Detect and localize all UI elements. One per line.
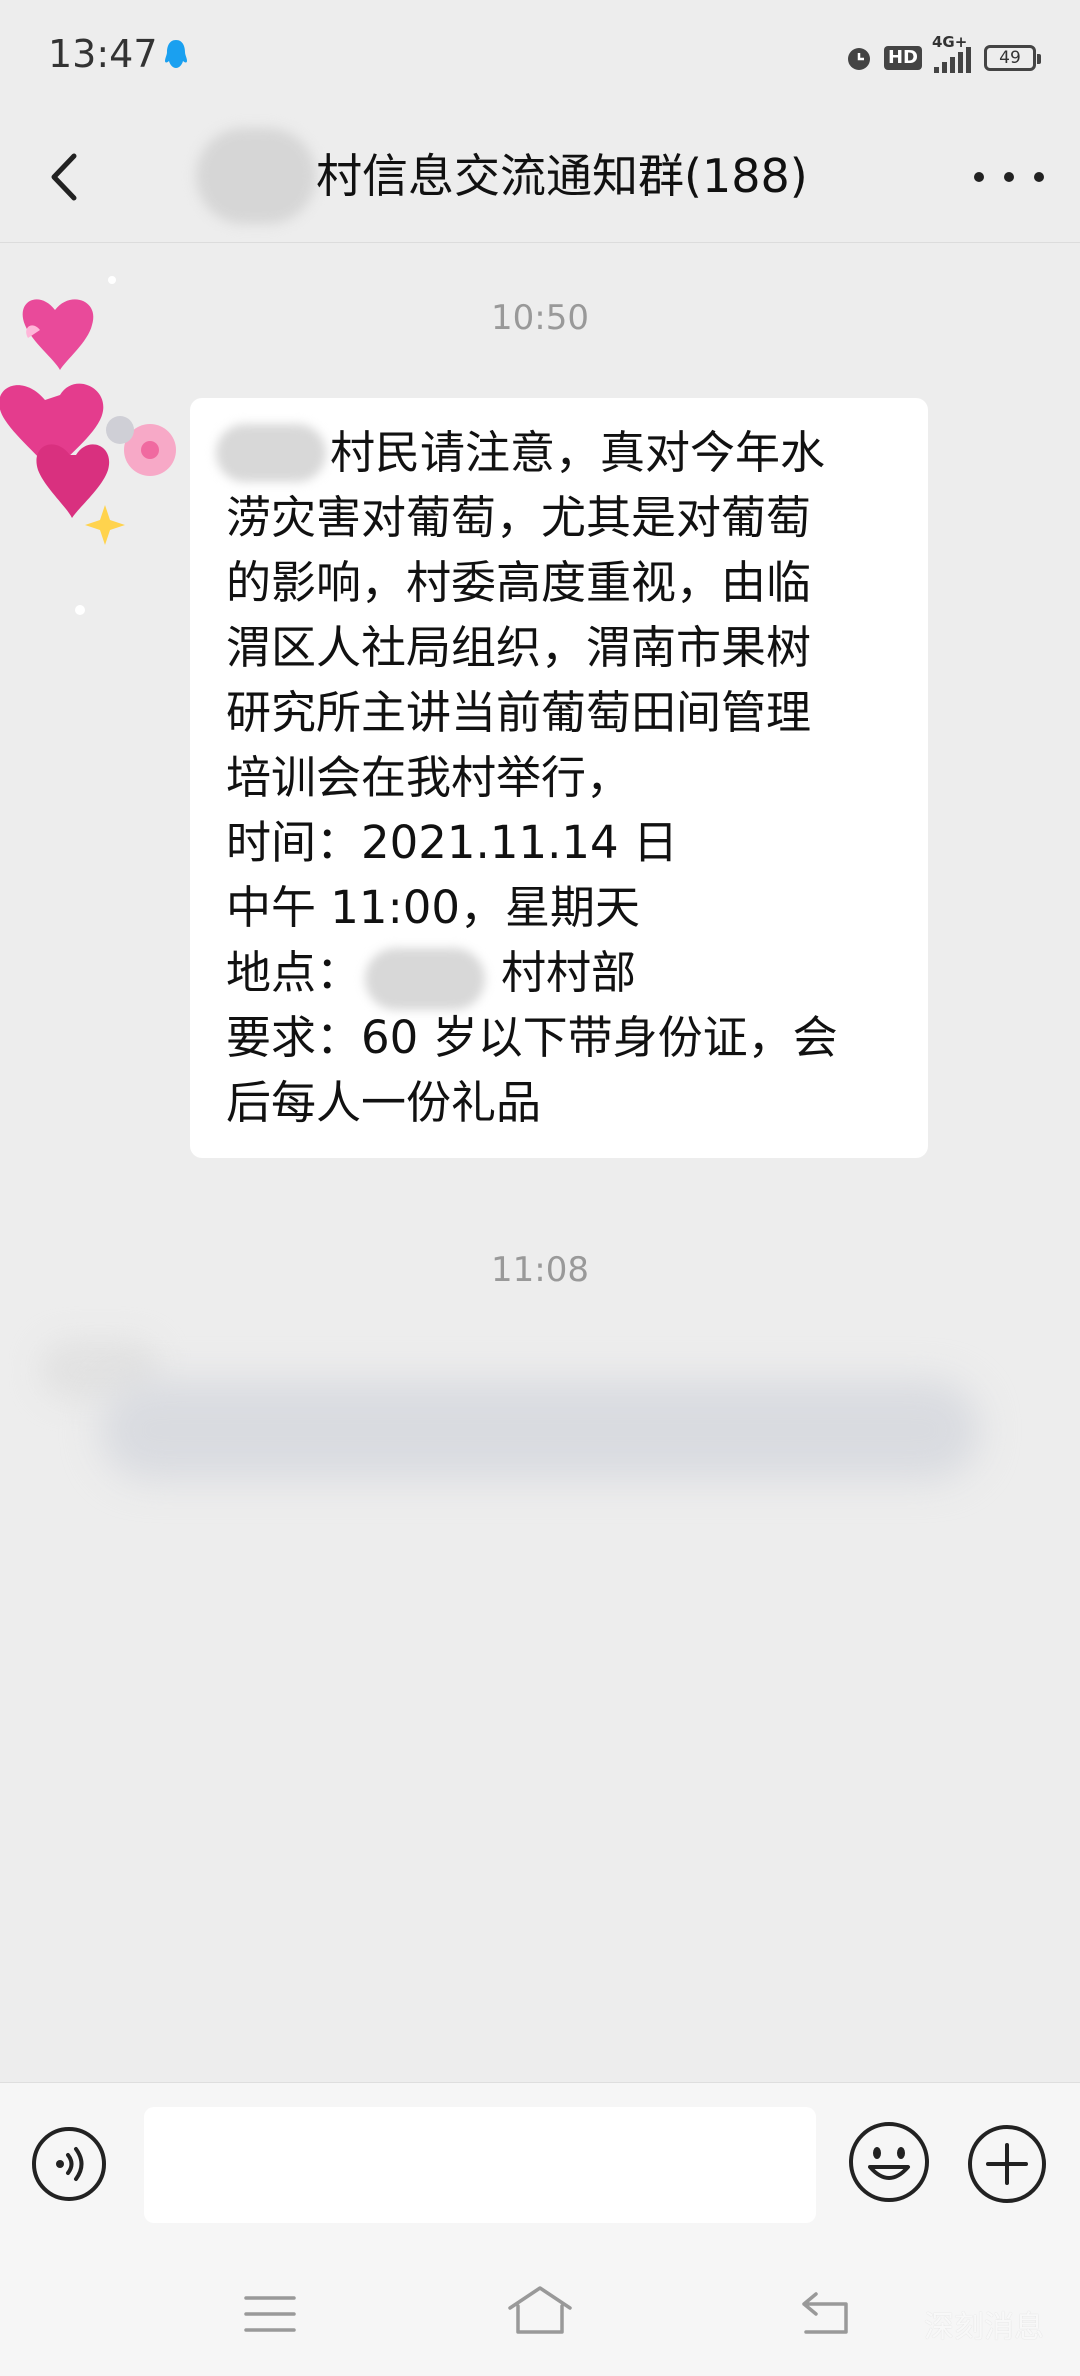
message-line: 涝灾害对葡萄，尤其是对葡萄 — [226, 491, 812, 544]
back-arrow-icon[interactable] — [36, 142, 96, 212]
chat-header: 村信息交流通知群(188) — [0, 112, 1080, 243]
message-line: 中午 11:00，星期天 — [226, 881, 640, 934]
status-time: 13:47 — [48, 32, 158, 76]
voice-input-icon[interactable] — [30, 2125, 108, 2203]
status-icons: HD 4G+ 49 — [844, 33, 1041, 80]
qq-notification-icon — [165, 40, 187, 68]
message-line: 后每人一份礼品 — [226, 1076, 542, 1129]
dot-icon — [1004, 172, 1014, 182]
redacted-location — [365, 948, 486, 1010]
message-line: 时间：2021.11.14 日 — [226, 816, 678, 869]
location-value: 村村部 — [501, 946, 637, 999]
emoji-icon[interactable] — [846, 2119, 932, 2205]
hd-icon: HD — [883, 46, 922, 70]
chat-screen: 13:47 HD 4G+ 49 村信息交流通知群(188) 10:50 村民请注… — [0, 0, 1080, 2376]
dot-icon — [974, 172, 984, 182]
signal-icon: 4G+ — [932, 33, 974, 75]
message-line: 地点： 村村部 — [226, 940, 898, 1010]
redacted-title-prefix — [196, 128, 316, 224]
add-attachment-icon[interactable] — [966, 2123, 1048, 2205]
message-line: 培训会在我村举行， — [226, 751, 632, 804]
heart-sticker-icon — [0, 276, 176, 615]
message-line: 要求：60 岁以下带身份证，会 — [226, 1011, 838, 1064]
message-bubble[interactable]: 村民请注意，真对今年水 涝灾害对葡萄，尤其是对葡萄 的影响，村委高度重视，由临 … — [190, 398, 928, 1158]
redacted-name — [216, 424, 326, 482]
alarm-icon — [844, 43, 874, 73]
dot-icon — [1034, 172, 1044, 182]
system-nav-bar: 深刻消息 — [0, 2252, 1080, 2376]
message-timestamp: 11:08 — [491, 1250, 589, 1290]
message-line: 渭区人社局组织，渭南市果树 — [226, 621, 812, 674]
home-icon[interactable] — [504, 2282, 576, 2338]
location-label: 地点： — [226, 946, 362, 999]
chat-title: 村信息交流通知群(188) — [316, 149, 808, 203]
more-options-button[interactable] — [974, 152, 1044, 202]
back-icon[interactable] — [796, 2288, 852, 2338]
status-bar: 13:47 HD 4G+ 49 — [0, 0, 1080, 112]
sender-avatar[interactable] — [0, 270, 190, 630]
message-line: 的影响，村委高度重视，由临 — [226, 556, 812, 609]
message-input[interactable] — [144, 2107, 816, 2223]
message-line: 研究所主讲当前葡萄田间管理 — [226, 686, 812, 739]
menu-icon[interactable] — [242, 2292, 298, 2336]
message-line: 村民请注意，真对今年水 — [216, 420, 898, 485]
watermark-text: 深刻消息 — [924, 2310, 1044, 2345]
redacted-message — [40, 1340, 1000, 1500]
battery-icon: 49 — [984, 45, 1041, 71]
network-type-label: 4G+ — [932, 33, 968, 51]
input-bar — [0, 2082, 1080, 2253]
